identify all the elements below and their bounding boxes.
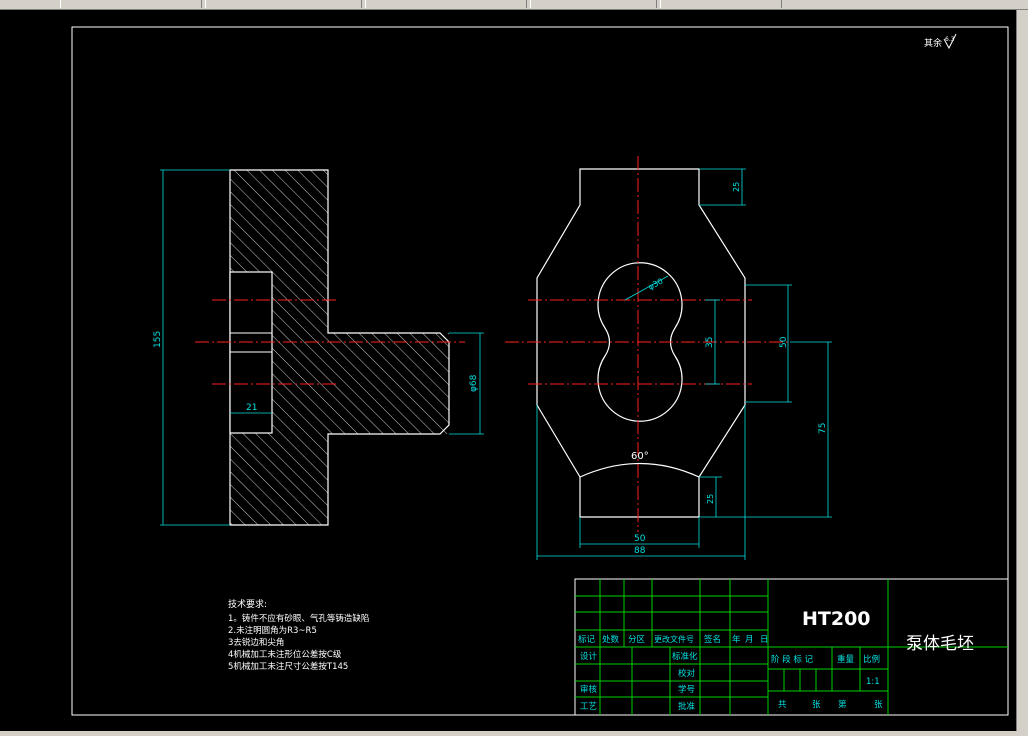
toolbar-segment[interactable] bbox=[530, 0, 657, 8]
toolbar-segment[interactable] bbox=[205, 0, 362, 8]
dim-bore-spacing: 35 bbox=[705, 337, 715, 348]
dim-right-50: 50 bbox=[779, 336, 789, 348]
title-block-text: HT200 泵体毛坯 标记 处数 分区 更改文件号 签名 年 月 日 设计 标准… bbox=[578, 608, 974, 712]
svg-text:6.3: 6.3 bbox=[945, 36, 955, 43]
svg-text:其余: 其余 bbox=[924, 37, 942, 49]
tech-req-item: 2.未注明圆角为R3~R5 bbox=[228, 625, 317, 636]
material-label: HT200 bbox=[802, 608, 871, 630]
dim-left-diameter: φ68 bbox=[469, 374, 479, 392]
vertical-scrollbar[interactable] bbox=[1016, 10, 1028, 732]
svg-text:张: 张 bbox=[874, 700, 883, 710]
dim-top-step: 25 bbox=[732, 182, 741, 192]
dim-left-depth: 21 bbox=[246, 403, 257, 413]
svg-text:日: 日 bbox=[760, 635, 769, 645]
svg-text:更改文件号: 更改文件号 bbox=[654, 634, 694, 644]
svg-text:校对: 校对 bbox=[678, 668, 696, 679]
svg-text:张: 张 bbox=[812, 700, 821, 710]
dim-bore-diameter: φ30 bbox=[647, 277, 665, 292]
svg-text:第: 第 bbox=[838, 699, 847, 710]
svg-text:阶 段 标 记: 阶 段 标 记 bbox=[771, 654, 814, 665]
cad-drawing: 其余 6.3 155 φ68 21 25 25 35 50 75 50 88 φ… bbox=[71, 26, 1009, 716]
svg-text:比例: 比例 bbox=[863, 654, 880, 665]
svg-text:工艺: 工艺 bbox=[580, 702, 597, 712]
svg-text:处数: 处数 bbox=[602, 634, 620, 645]
left-section-view: 155 φ68 21 bbox=[153, 169, 484, 526]
svg-text:签名: 签名 bbox=[704, 634, 721, 645]
svg-text:学号: 学号 bbox=[678, 684, 695, 695]
surface-roughness-note: 其余 6.3 bbox=[924, 33, 957, 50]
svg-text:年: 年 bbox=[732, 634, 741, 645]
svg-text:设计: 设计 bbox=[580, 651, 598, 662]
top-toolbar-strip bbox=[0, 0, 1028, 10]
svg-text:分区: 分区 bbox=[628, 635, 646, 645]
drawing-canvas[interactable]: 其余 6.3 155 φ68 21 25 25 35 50 75 50 88 φ… bbox=[0, 10, 1016, 732]
toolbar-segment[interactable] bbox=[60, 0, 202, 8]
svg-text:技术要求:: 技术要求: bbox=[228, 598, 267, 610]
dim-arc-angle: 60° bbox=[631, 451, 649, 462]
tech-req-item: 4机械加工未注形位公差按C级 bbox=[228, 649, 342, 660]
svg-text:共: 共 bbox=[778, 700, 787, 710]
svg-text:月: 月 bbox=[745, 635, 754, 645]
svg-text:标准化: 标准化 bbox=[672, 651, 698, 662]
technical-requirements: 技术要求: 1。铸件不应有砂眼、气孔等铸造缺陷 2.未注明圆角为R3~R5 3去… bbox=[228, 598, 369, 672]
toolbar-segment[interactable] bbox=[365, 0, 527, 8]
svg-text:重量: 重量 bbox=[837, 654, 855, 665]
dim-bottom-step: 25 bbox=[706, 494, 715, 504]
tech-req-item: 1。铸件不应有砂眼、气孔等铸造缺陷 bbox=[228, 613, 369, 624]
tech-req-item: 3去锐边和尖角 bbox=[228, 637, 284, 648]
svg-text:审核: 审核 bbox=[580, 684, 598, 695]
dim-right-75: 75 bbox=[818, 423, 828, 434]
front-view: 25 25 35 50 75 50 88 φ30 60° bbox=[505, 156, 832, 560]
tech-req-item: 5机械加工未注尺寸公差按T145 bbox=[228, 661, 348, 672]
svg-text:批准: 批准 bbox=[678, 701, 696, 712]
dim-bottom-88: 88 bbox=[634, 546, 646, 556]
part-title: 泵体毛坯 bbox=[906, 634, 974, 654]
svg-text:1:1: 1:1 bbox=[866, 677, 880, 687]
dim-left-height: 155 bbox=[153, 331, 163, 348]
dim-bottom-50: 50 bbox=[634, 534, 646, 544]
toolbar-segment[interactable] bbox=[660, 0, 782, 8]
svg-text:标记: 标记 bbox=[578, 634, 596, 645]
